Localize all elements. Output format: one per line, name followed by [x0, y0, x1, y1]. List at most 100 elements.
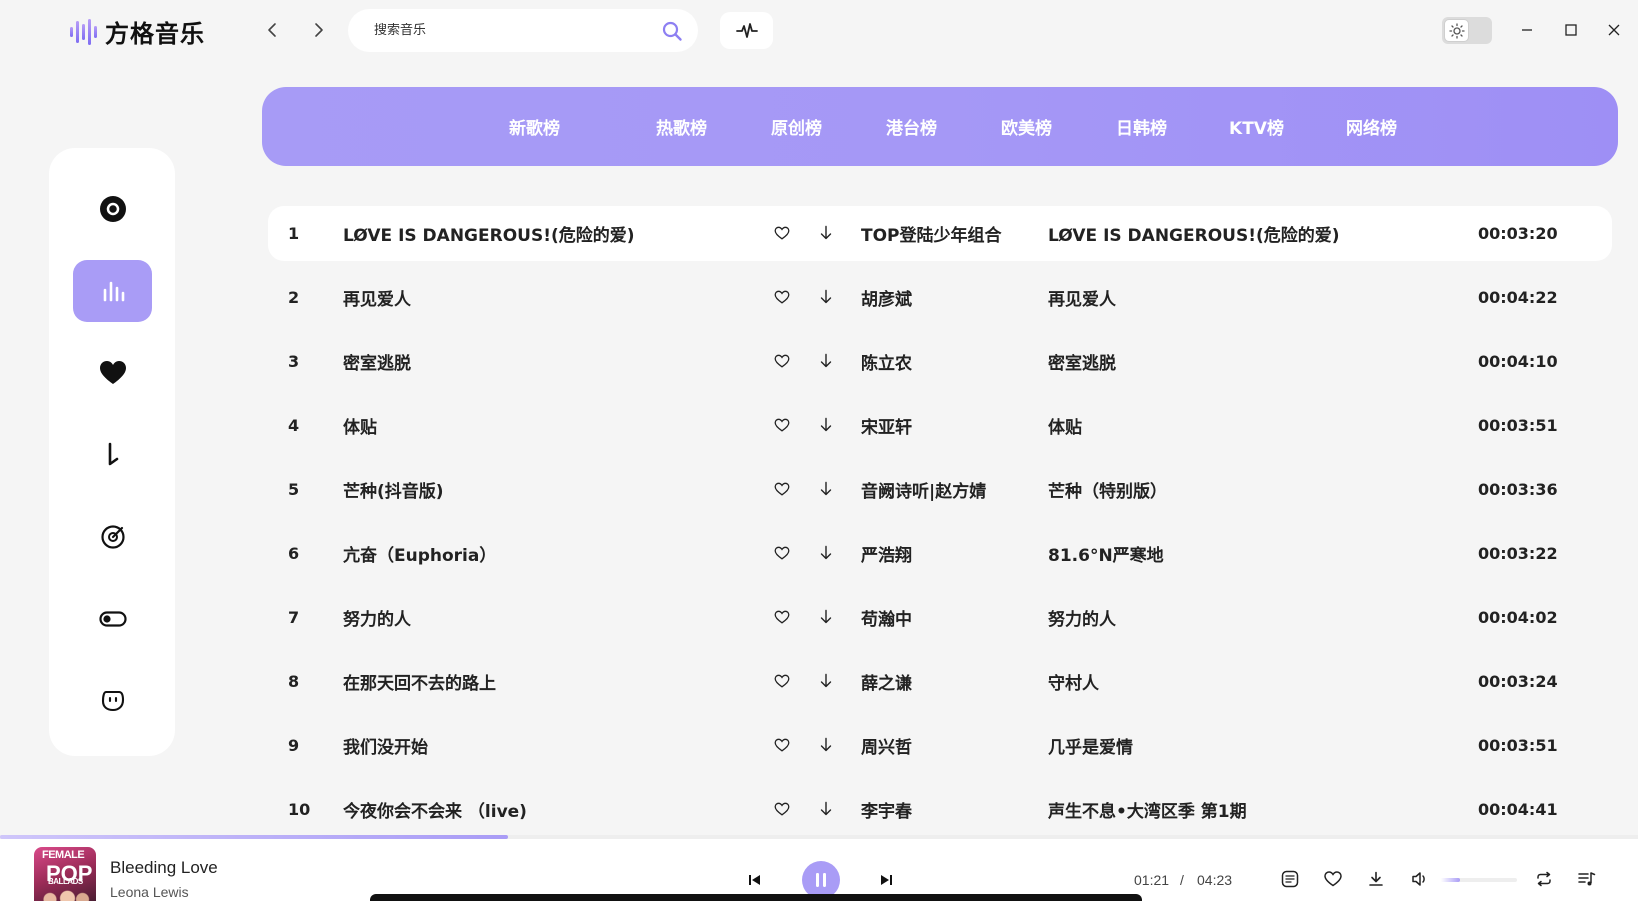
sidebar-item-charts[interactable] [73, 260, 152, 322]
tab-hot-songs[interactable]: 热歌榜 [624, 114, 739, 139]
chevron-right-icon [315, 23, 323, 37]
audio-visualizer-button[interactable] [720, 12, 773, 49]
song-row[interactable]: 4 体贴 宋亚轩 体贴 00:03:51 [268, 398, 1612, 453]
song-download-icon[interactable] [815, 286, 837, 308]
volume-slider[interactable] [1441, 878, 1517, 882]
song-download-icon[interactable] [815, 606, 837, 628]
song-like-icon[interactable] [771, 223, 793, 243]
theme-toggle-knob [1444, 19, 1469, 42]
song-album[interactable]: 体贴 [1048, 413, 1082, 438]
tab-jp-kr[interactable]: 日韩榜 [1084, 114, 1199, 139]
song-download-icon[interactable] [815, 414, 837, 436]
song-artist[interactable]: 严浩翔 [861, 541, 912, 566]
album-cover[interactable]: FEMALE POP BALLADS [34, 847, 96, 901]
song-artist[interactable]: 胡彦斌 [861, 285, 912, 310]
tab-hk-tw[interactable]: 港台榜 [854, 114, 969, 139]
skip-next-icon [881, 875, 892, 885]
song-like-icon[interactable] [771, 607, 793, 627]
song-album[interactable]: 芒种（特别版） [1048, 477, 1167, 502]
song-index: 3 [288, 352, 300, 371]
sidebar-item-favorites[interactable] [73, 342, 152, 404]
sidebar-item-discover[interactable] [73, 178, 152, 240]
previous-button[interactable] [743, 868, 767, 892]
cover-text-top: FEMALE [42, 849, 85, 861]
repeat-icon [1537, 871, 1551, 887]
sidebar-item-downloads[interactable] [73, 424, 152, 486]
song-album[interactable]: 几乎是爱情 [1048, 733, 1133, 758]
song-like-icon[interactable] [771, 415, 793, 435]
song-row[interactable]: 1 LØVE IS DANGEROUS!(危险的爱) TOP登陆少年组合 LØVE I… [268, 206, 1612, 261]
song-artist[interactable]: 音阙诗听|赵方婧 [861, 477, 986, 502]
song-artist[interactable]: 周兴哲 [861, 733, 912, 758]
minimize-icon [1522, 29, 1532, 31]
song-title: 体贴 [343, 418, 377, 438]
song-row[interactable]: 10 今夜你会不会来 （live) 李宇春 声生不息•大湾区季 第1期 00:04:41 [268, 782, 1612, 837]
search-input[interactable] [374, 23, 660, 38]
song-like-icon[interactable] [771, 287, 793, 307]
song-row[interactable]: 6 亢奋（Euphoria） 严浩翔 81.6°N严寒地 00:03:22 [268, 526, 1612, 581]
playlist-queue-button[interactable] [1575, 867, 1599, 891]
tab-original[interactable]: 原创榜 [739, 114, 854, 139]
minimize-button[interactable] [1515, 18, 1539, 42]
song-row[interactable]: 5 芒种(抖音版) 音阙诗听|赵方婧 芒种（特别版） 00:03:36 [268, 462, 1612, 517]
song-album[interactable]: 81.6°N严寒地 [1048, 541, 1164, 566]
song-download-icon[interactable] [815, 542, 837, 564]
lyrics-button[interactable] [1278, 867, 1302, 891]
song-like-icon[interactable] [771, 351, 793, 371]
song-download-icon[interactable] [815, 670, 837, 692]
sidebar-item-toggle[interactable] [73, 588, 152, 650]
song-album[interactable]: 声生不息•大湾区季 第1期 [1048, 797, 1247, 822]
song-artist[interactable]: 苟瀚中 [861, 605, 912, 630]
tab-western[interactable]: 欧美榜 [969, 114, 1084, 139]
song-artist[interactable]: TOP登陆少年组合 [861, 221, 1002, 246]
song-row[interactable]: 9 我们没开始 周兴哲 几乎是爱情 00:03:51 [268, 718, 1612, 773]
song-like-icon[interactable] [771, 735, 793, 755]
song-title: 我们没开始 [343, 738, 428, 758]
sidebar-item-radar[interactable] [73, 506, 152, 568]
search-icon[interactable] [660, 19, 684, 43]
song-album[interactable]: 努力的人 [1048, 605, 1116, 630]
song-album[interactable]: LØVE IS DANGEROUS!(危险的爱) [1048, 221, 1340, 246]
song-album[interactable]: 再见爱人 [1048, 285, 1116, 310]
song-download-icon[interactable] [815, 350, 837, 372]
song-like-icon[interactable] [771, 479, 793, 499]
playback-progress[interactable] [0, 835, 1638, 839]
song-index: 6 [288, 544, 300, 563]
song-row[interactable]: 8 在那天回不去的路上 薛之谦 守村人 00:03:24 [268, 654, 1612, 709]
song-like-icon[interactable] [771, 799, 793, 819]
song-album[interactable]: 密室逃脱 [1048, 349, 1116, 374]
like-button[interactable] [1321, 867, 1345, 891]
tab-network[interactable]: 网络榜 [1314, 114, 1429, 139]
maximize-button[interactable] [1559, 18, 1583, 42]
song-row[interactable]: 3 密室逃脱 陈立农 密室逃脱 00:04:10 [268, 334, 1612, 389]
song-download-icon[interactable] [815, 798, 837, 820]
repeat-button[interactable] [1532, 867, 1556, 891]
toggle-icon [98, 611, 127, 627]
song-artist[interactable]: 薛之谦 [861, 669, 912, 694]
volume-button[interactable] [1408, 867, 1432, 891]
theme-toggle[interactable] [1442, 17, 1492, 44]
close-button[interactable] [1602, 18, 1626, 42]
next-button[interactable] [874, 868, 898, 892]
song-album[interactable]: 守村人 [1048, 669, 1099, 694]
total-time: 04:23 [1197, 872, 1233, 888]
now-playing-artist[interactable]: Leona Lewis [110, 884, 189, 900]
tab-ktv[interactable]: KTV榜 [1199, 114, 1314, 139]
tab-new-songs[interactable]: 新歌榜 [509, 114, 624, 139]
song-like-icon[interactable] [771, 543, 793, 563]
song-artist[interactable]: 陈立农 [861, 349, 912, 374]
song-row[interactable]: 2 再见爱人 胡彦斌 再见爱人 00:04:22 [268, 270, 1612, 325]
song-row[interactable]: 7 努力的人 苟瀚中 努力的人 00:04:02 [268, 590, 1612, 645]
download-button[interactable] [1364, 867, 1388, 891]
song-artist[interactable]: 李宇春 [861, 797, 912, 822]
song-download-icon[interactable] [815, 734, 837, 756]
song-like-icon[interactable] [771, 671, 793, 691]
time-separator: / [1180, 872, 1184, 888]
song-artist[interactable]: 宋亚轩 [861, 413, 912, 438]
forward-button[interactable] [307, 18, 331, 42]
sidebar-item-profile[interactable] [73, 670, 152, 732]
song-duration: 00:03:36 [1478, 480, 1558, 499]
song-download-icon[interactable] [815, 222, 837, 244]
back-button[interactable] [260, 18, 284, 42]
song-download-icon[interactable] [815, 478, 837, 500]
